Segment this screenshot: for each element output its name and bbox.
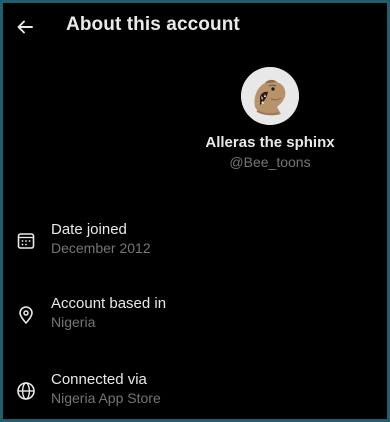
date-joined-value: December 2012: [51, 240, 151, 256]
connected-via-value: Nigeria App Store: [51, 390, 161, 406]
account-location-row: Account based in Nigeria: [3, 295, 387, 345]
avatar: [241, 67, 299, 125]
user-handle: @Bee_toons: [229, 154, 311, 170]
date-joined-label: Date joined: [51, 221, 127, 238]
arrow-left-icon: [17, 20, 33, 34]
page-title: About this account: [66, 14, 240, 35]
date-joined-row: Date joined December 2012: [3, 221, 387, 271]
location-pin-icon: [19, 306, 33, 324]
account-location-label: Account based in: [51, 295, 167, 312]
connected-via-label: Connected via: [51, 371, 147, 388]
connected-via-row: Connected via Nigeria App Store: [3, 371, 387, 419]
account-location-value: Nigeria: [51, 314, 96, 330]
globe-icon: [17, 382, 35, 400]
display-name: Alleras the sphinx: [205, 134, 335, 151]
back-button[interactable]: [11, 13, 39, 41]
profile-summary: Alleras the sphinx @Bee_toons: [187, 67, 353, 170]
header: About this account: [3, 3, 387, 49]
about-account-window: About this account Alleras the sphinx @B…: [3, 3, 387, 419]
calendar-icon: [17, 233, 35, 249]
